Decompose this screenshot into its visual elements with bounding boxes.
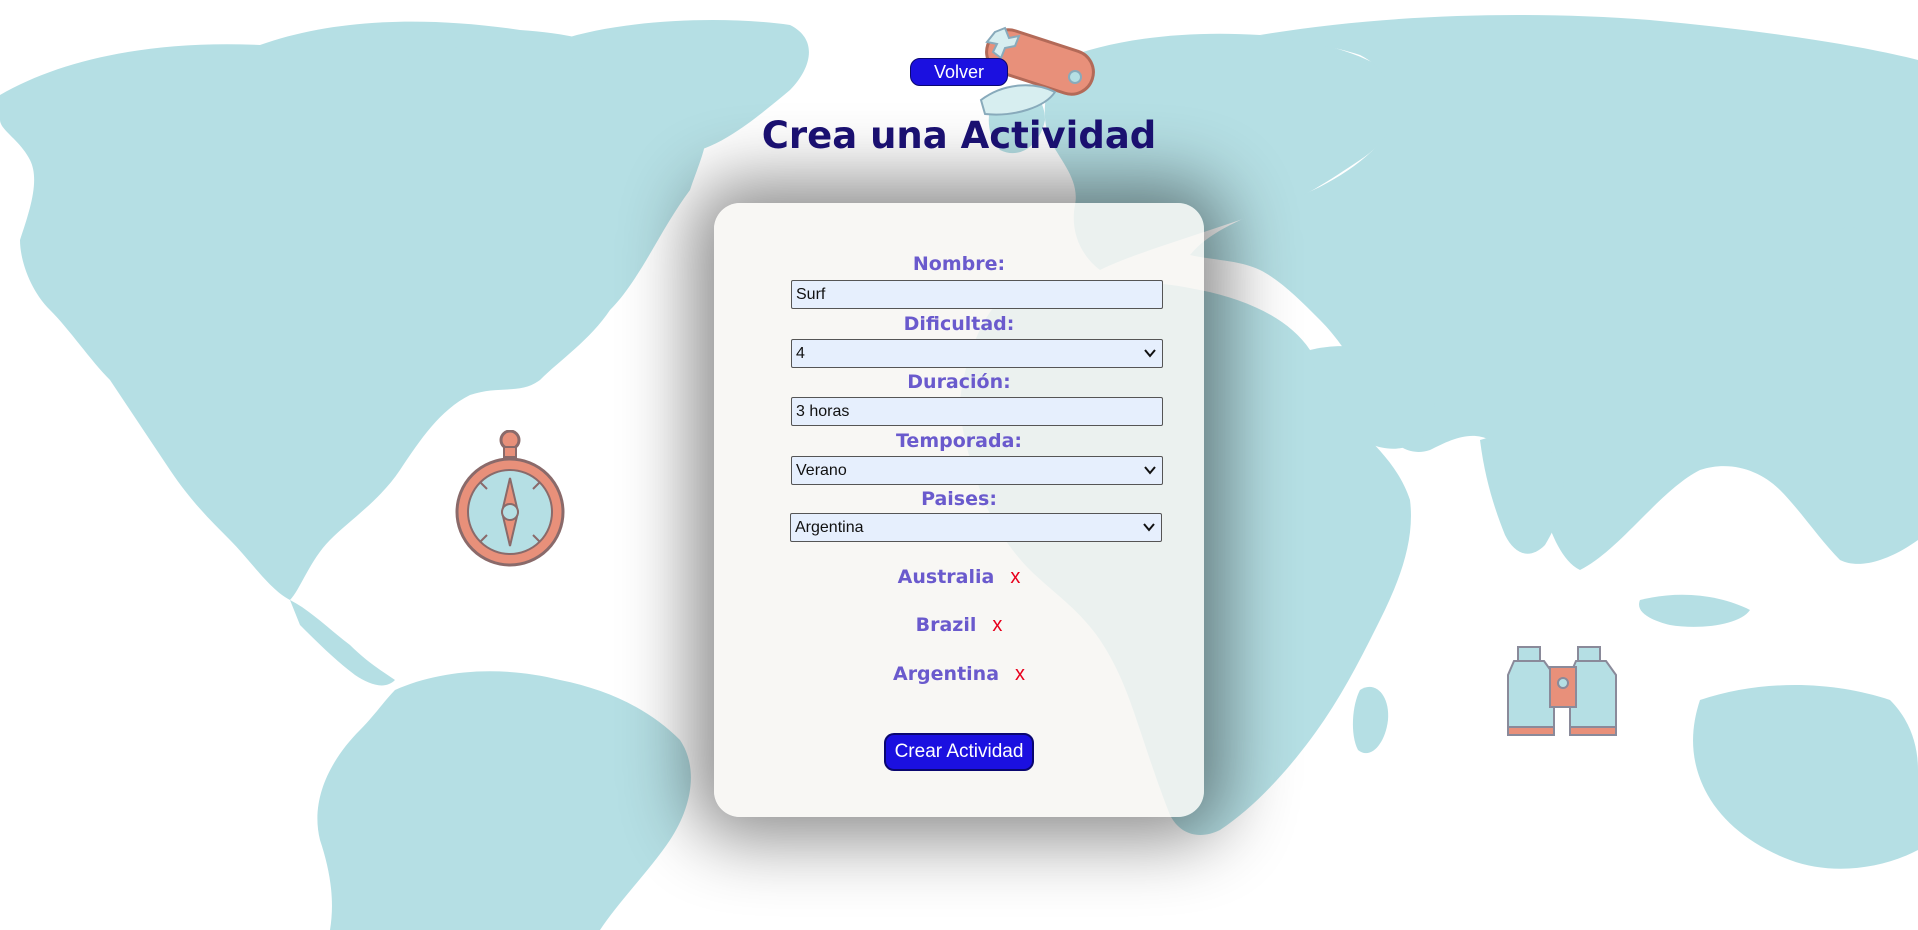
north-america-shape [0, 21, 709, 600]
countries-label: Paises: [921, 488, 997, 510]
indonesia-shape [1639, 594, 1750, 627]
season-select[interactable]: Verano [791, 456, 1163, 485]
selected-country-name: Australia [897, 566, 995, 588]
name-input-value: Surf [796, 286, 826, 303]
india-shape [1480, 436, 1565, 554]
page: Volver Crea una Actividad Nombre: Surf D… [0, 0, 1918, 930]
page-title: Crea una Actividad [761, 114, 1157, 157]
back-button[interactable]: Volver [910, 58, 1008, 86]
duration-label: Duración: [907, 371, 1011, 393]
difficulty-select[interactable]: 4 [791, 339, 1163, 368]
difficulty-label: Dificultad: [903, 313, 1015, 335]
activity-form: Nombre: Surf Dificultad: 4 Duración: 3 h… [714, 203, 1204, 817]
name-label: Nombre: [912, 253, 1006, 275]
duration-input[interactable]: 3 horas [791, 397, 1163, 426]
season-label: Temporada: [896, 430, 1022, 452]
central-america-shape [290, 600, 395, 686]
selected-country-item: Argentina x [714, 663, 1204, 686]
remove-country-button[interactable]: x [1010, 566, 1020, 588]
australia-shape [1693, 685, 1918, 869]
remove-country-button[interactable]: x [992, 614, 1002, 636]
duration-input-value: 3 horas [796, 403, 850, 420]
difficulty-select-value: 4 [796, 345, 805, 362]
south-america-shape [317, 671, 691, 930]
selected-country-item: Australia x [714, 566, 1204, 589]
countries-select-value: Argentina [795, 519, 864, 536]
binoculars-icon [1507, 646, 1617, 736]
chevron-down-icon [1144, 349, 1156, 358]
selected-country-name: Brazil [915, 614, 977, 636]
selected-country-item: Brazil x [714, 614, 1204, 637]
create-activity-button[interactable]: Crear Actividad [884, 733, 1034, 771]
countries-select[interactable]: Argentina [790, 513, 1162, 542]
chevron-down-icon [1143, 523, 1155, 532]
season-select-value: Verano [796, 462, 847, 479]
remove-country-button[interactable]: x [1015, 663, 1025, 685]
selected-country-name: Argentina [892, 663, 1000, 685]
madagascar-shape [1352, 686, 1389, 754]
compass-icon [455, 430, 565, 567]
name-input[interactable]: Surf [791, 280, 1163, 309]
chevron-down-icon [1144, 466, 1156, 475]
